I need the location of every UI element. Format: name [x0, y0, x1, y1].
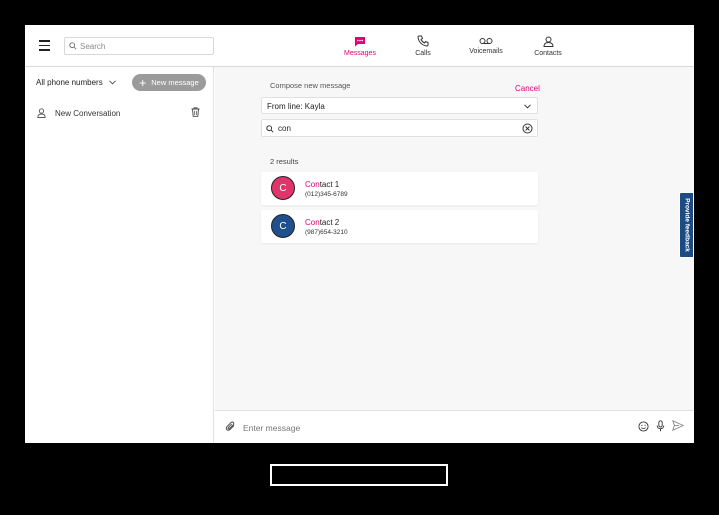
- conversation-title: New Conversation: [55, 109, 121, 118]
- nav-voicemails[interactable]: Voicemails: [466, 25, 506, 67]
- avatar-initial: C: [279, 220, 287, 232]
- search-input[interactable]: [80, 39, 210, 53]
- contact-name-match: Con: [305, 218, 320, 227]
- results-count: 2 results: [270, 157, 299, 166]
- microphone-icon[interactable]: [656, 420, 665, 432]
- app-screen: Messages Calls Voicemails Contacts All p…: [25, 25, 694, 443]
- trash-icon[interactable]: [191, 107, 200, 117]
- search-icon: [266, 125, 274, 133]
- contact-result-item[interactable]: C Contact 1 (012)345-6789: [261, 172, 538, 205]
- avatar: C: [271, 176, 295, 200]
- plus-icon: +: [139, 75, 147, 90]
- chat-bubble-icon: [355, 36, 365, 46]
- phone-icon: [417, 35, 429, 47]
- contact-name-rest: tact 2: [319, 218, 340, 227]
- contact-result-item[interactable]: C Contact 2 (987)654-3210: [261, 210, 538, 243]
- contact-name: Contact 2: [305, 218, 339, 227]
- contacts-icon: [542, 36, 554, 47]
- nav-calls-label: Calls: [415, 50, 431, 57]
- conversation-sidebar: All phone numbers + New message New Conv…: [25, 67, 214, 443]
- voicemail-icon: [479, 38, 493, 44]
- top-bar: Messages Calls Voicemails Contacts: [25, 25, 694, 67]
- message-input-bar: [215, 410, 694, 443]
- contact-name: Contact 1: [305, 180, 339, 189]
- new-message-label: New message: [151, 78, 199, 87]
- nav-contacts[interactable]: Contacts: [530, 25, 566, 67]
- send-icon[interactable]: [672, 420, 684, 431]
- phone-number-filter-label: All phone numbers: [36, 78, 103, 87]
- phone-number-filter[interactable]: All phone numbers: [36, 78, 116, 87]
- new-message-button[interactable]: + New message: [132, 74, 206, 91]
- contact-name-rest: tact 1: [319, 180, 340, 189]
- search-icon: [69, 42, 77, 50]
- cancel-button[interactable]: Cancel: [515, 84, 540, 93]
- conversation-item[interactable]: New Conversation: [25, 103, 213, 123]
- chevron-down-icon: [524, 104, 531, 109]
- recipient-search-box[interactable]: [261, 119, 538, 137]
- contact-phone: (987)654-3210: [305, 229, 348, 236]
- nav-messages-label: Messages: [344, 49, 376, 57]
- emoji-icon[interactable]: [638, 421, 649, 432]
- menu-icon[interactable]: [39, 40, 50, 51]
- search-box[interactable]: [64, 37, 214, 55]
- recipient-search-input[interactable]: [278, 122, 518, 135]
- person-icon: [37, 108, 46, 118]
- avatar: C: [271, 214, 295, 238]
- compose-panel: Compose new message Cancel From line: Ka…: [215, 67, 694, 410]
- from-line-value: From line: Kayla: [267, 102, 325, 111]
- provide-feedback-label: Provide feedback: [683, 198, 690, 252]
- nav-voicemails-label: Voicemails: [469, 48, 503, 55]
- contact-name-match: Con: [305, 180, 320, 189]
- avatar-initial: C: [279, 182, 287, 194]
- compose-title: Compose new message: [270, 81, 351, 90]
- nav-messages[interactable]: Messages: [338, 25, 382, 67]
- chevron-down-icon: [108, 80, 116, 85]
- nav-calls[interactable]: Calls: [408, 25, 438, 67]
- provide-feedback-tab[interactable]: Provide feedback: [679, 192, 694, 258]
- paperclip-icon[interactable]: [225, 421, 236, 432]
- clear-icon[interactable]: [522, 123, 533, 134]
- message-input[interactable]: [243, 421, 623, 435]
- nav-contacts-label: Contacts: [534, 49, 562, 57]
- from-line-select[interactable]: From line: Kayla: [261, 97, 538, 114]
- contact-phone: (012)345-6789: [305, 191, 348, 198]
